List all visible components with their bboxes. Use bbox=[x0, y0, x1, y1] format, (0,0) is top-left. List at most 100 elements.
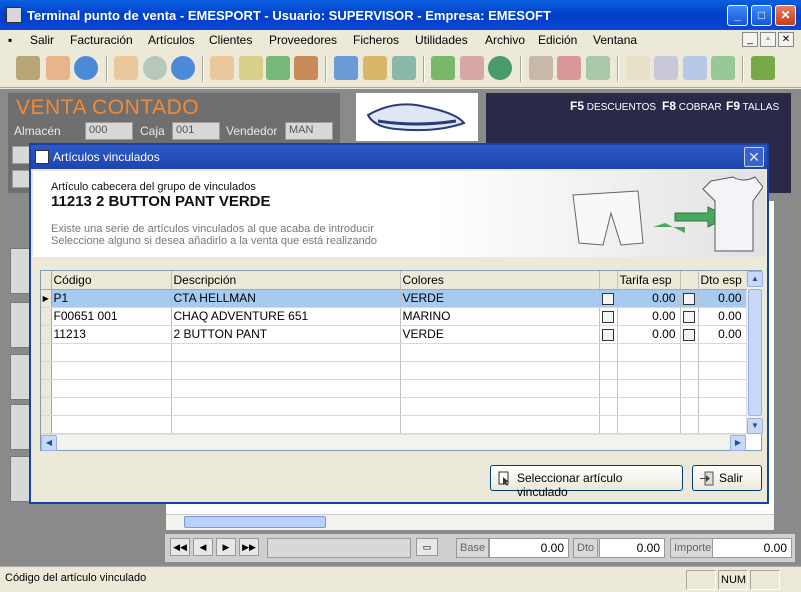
toolbar-monitor-icon[interactable] bbox=[334, 56, 358, 80]
cell-tarifa[interactable]: 0.00 bbox=[617, 325, 681, 344]
menu-proveedores[interactable]: Proveedores bbox=[269, 33, 337, 47]
toolbar-clock-icon[interactable] bbox=[143, 56, 167, 80]
column-header-codigo[interactable]: Código bbox=[51, 271, 172, 290]
minimize-button[interactable]: _ bbox=[727, 5, 748, 26]
scroll-left-icon[interactable]: ◀ bbox=[41, 435, 57, 451]
dto-checkbox[interactable] bbox=[682, 292, 695, 305]
tarifa-checkbox[interactable] bbox=[601, 310, 614, 323]
toolbar-user-red-icon[interactable] bbox=[460, 56, 484, 80]
cell-descripcion[interactable]: CHAQ ADVENTURE 651 bbox=[171, 307, 401, 326]
menu-clientes[interactable]: Clientes bbox=[209, 33, 252, 47]
dto-checkbox[interactable] bbox=[682, 310, 695, 323]
select-linked-article-button[interactable]: Seleccionar artículo vinculado bbox=[490, 465, 683, 499]
nav-folder-icon[interactable]: ▭ bbox=[416, 538, 438, 556]
almacen-combo[interactable]: 000 bbox=[85, 122, 133, 140]
cell-tarifa-check[interactable] bbox=[599, 325, 618, 344]
menu-facturacion[interactable]: Facturación bbox=[70, 33, 133, 47]
cell-dto-check[interactable] bbox=[680, 325, 699, 344]
cell-codigo[interactable]: F00651 001 bbox=[51, 307, 172, 326]
menu-articulos[interactable]: Artículos bbox=[148, 33, 195, 47]
cell-colores[interactable]: VERDE bbox=[400, 289, 600, 308]
cell-tarifa-check[interactable] bbox=[599, 289, 618, 308]
scroll-up-icon[interactable]: ▲ bbox=[747, 271, 763, 287]
base-value: 0.00 bbox=[489, 538, 569, 558]
menu-ventana[interactable]: Ventana bbox=[593, 33, 637, 47]
nav-next-button[interactable]: ▶ bbox=[216, 538, 236, 556]
scroll-down-icon[interactable]: ▼ bbox=[747, 418, 763, 434]
cell-tarifa[interactable]: 0.00 bbox=[617, 289, 681, 308]
menu-ficheros[interactable]: Ficheros bbox=[353, 33, 399, 47]
toolbar-house-arrow-icon[interactable] bbox=[239, 56, 263, 80]
cell-dto-check[interactable] bbox=[680, 289, 699, 308]
menu-archivo[interactable]: Archivo bbox=[485, 33, 525, 47]
dialog-close-icon[interactable]: ✕ bbox=[744, 147, 764, 167]
dto-checkbox[interactable] bbox=[682, 328, 695, 341]
nav-first-button[interactable]: ◀◀ bbox=[170, 538, 190, 556]
toolbar-home-icon[interactable] bbox=[114, 56, 138, 80]
menu-edicion[interactable]: Edición bbox=[538, 33, 577, 47]
table-row[interactable]: 11213 2 BUTTON PANT VERDE 0.00 0.00 bbox=[41, 325, 747, 344]
menu-utilidades[interactable]: Utilidades bbox=[415, 33, 468, 47]
exit-button[interactable]: Salir bbox=[692, 465, 762, 491]
close-button[interactable]: ✕ bbox=[775, 5, 796, 26]
toolbar-transfer-icon[interactable] bbox=[266, 56, 290, 80]
toolbar-globe-icon-2[interactable] bbox=[171, 56, 195, 80]
column-header-tarifa[interactable]: Tarifa esp bbox=[617, 271, 681, 290]
toolbar-print-icon[interactable] bbox=[654, 56, 678, 80]
column-header-descripcion[interactable]: Descripción bbox=[171, 271, 401, 290]
grid-vscroll-thumb[interactable] bbox=[748, 289, 762, 416]
table-row[interactable]: ▶ P1 CTA HELLMAN VERDE 0.00 0.00 bbox=[41, 289, 747, 308]
cell-dto[interactable]: 0.00 bbox=[698, 325, 747, 344]
nav-prev-button[interactable]: ◀ bbox=[193, 538, 213, 556]
brand-logo bbox=[356, 93, 478, 141]
toolbar-register-icon[interactable] bbox=[392, 56, 416, 80]
cell-descripcion[interactable]: CTA HELLMAN bbox=[171, 289, 401, 308]
toolbar-book-icon[interactable] bbox=[16, 56, 40, 80]
toolbar-user-green-icon[interactable] bbox=[431, 56, 455, 80]
f5-label: DESCUENTOS bbox=[586, 102, 657, 113]
toolbar-exit-icon[interactable] bbox=[751, 56, 775, 80]
toolbar-coins-icon[interactable] bbox=[363, 56, 387, 80]
toolbar-chart-icon[interactable] bbox=[529, 56, 553, 80]
mdi-restore-icon[interactable]: ▫ bbox=[760, 32, 776, 47]
toolbar-globe-icon[interactable] bbox=[74, 56, 98, 80]
toolbar-chart-icon-2[interactable] bbox=[557, 56, 581, 80]
column-header-check-1[interactable] bbox=[599, 271, 618, 290]
tarifa-checkbox[interactable] bbox=[601, 328, 614, 341]
tarifa-checkbox[interactable] bbox=[601, 292, 614, 305]
cell-colores[interactable]: VERDE bbox=[400, 325, 600, 344]
column-header-dto[interactable]: Dto esp bbox=[698, 271, 747, 290]
toolbar-users-icon[interactable] bbox=[683, 56, 707, 80]
grid-horizontal-scrollbar[interactable]: ◀ ▶ bbox=[41, 434, 746, 451]
vendedor-combo[interactable]: MAN bbox=[285, 122, 333, 140]
menu-salir[interactable]: Salir bbox=[30, 33, 54, 47]
mdi-close-icon[interactable]: ✕ bbox=[778, 32, 794, 47]
mdi-minimize-icon[interactable]: _ bbox=[742, 32, 758, 47]
cell-tarifa[interactable]: 0.00 bbox=[617, 307, 681, 326]
sales-grid-hscroll-thumb[interactable] bbox=[184, 516, 326, 528]
scroll-right-icon[interactable]: ▶ bbox=[730, 435, 746, 451]
toolbar-edit-icon[interactable] bbox=[626, 56, 650, 80]
cell-dto-check[interactable] bbox=[680, 307, 699, 326]
toolbar-user-icon[interactable] bbox=[46, 56, 70, 80]
table-row[interactable]: F00651 001 CHAQ ADVENTURE 651 MARINO 0.0… bbox=[41, 307, 747, 326]
toolbar-box-icon[interactable] bbox=[294, 56, 318, 80]
menu-bar: ▪ Salir Facturación Artículos Clientes P… bbox=[0, 30, 801, 50]
cell-codigo[interactable]: P1 bbox=[51, 289, 172, 308]
toolbar-home-icon-2[interactable] bbox=[210, 56, 234, 80]
cell-tarifa-check[interactable] bbox=[599, 307, 618, 326]
nav-last-button[interactable]: ▶▶ bbox=[239, 538, 259, 556]
column-header-colores[interactable]: Colores bbox=[400, 271, 600, 290]
cell-dto[interactable]: 0.00 bbox=[698, 307, 747, 326]
column-header-check-2[interactable] bbox=[680, 271, 699, 290]
toolbar-refresh-icon[interactable] bbox=[711, 56, 735, 80]
grid-vertical-scrollbar[interactable]: ▲ ▼ bbox=[746, 271, 763, 434]
maximize-button[interactable]: □ bbox=[751, 5, 772, 26]
cell-dto[interactable]: 0.00 bbox=[698, 289, 747, 308]
cell-codigo[interactable]: 11213 bbox=[51, 325, 172, 344]
cell-colores[interactable]: MARINO bbox=[400, 307, 600, 326]
caja-combo[interactable]: 001 bbox=[172, 122, 220, 140]
cell-descripcion[interactable]: 2 BUTTON PANT bbox=[171, 325, 401, 344]
toolbar-chart-icon-3[interactable] bbox=[586, 56, 610, 80]
toolbar-globe-icon-3[interactable] bbox=[488, 56, 512, 80]
